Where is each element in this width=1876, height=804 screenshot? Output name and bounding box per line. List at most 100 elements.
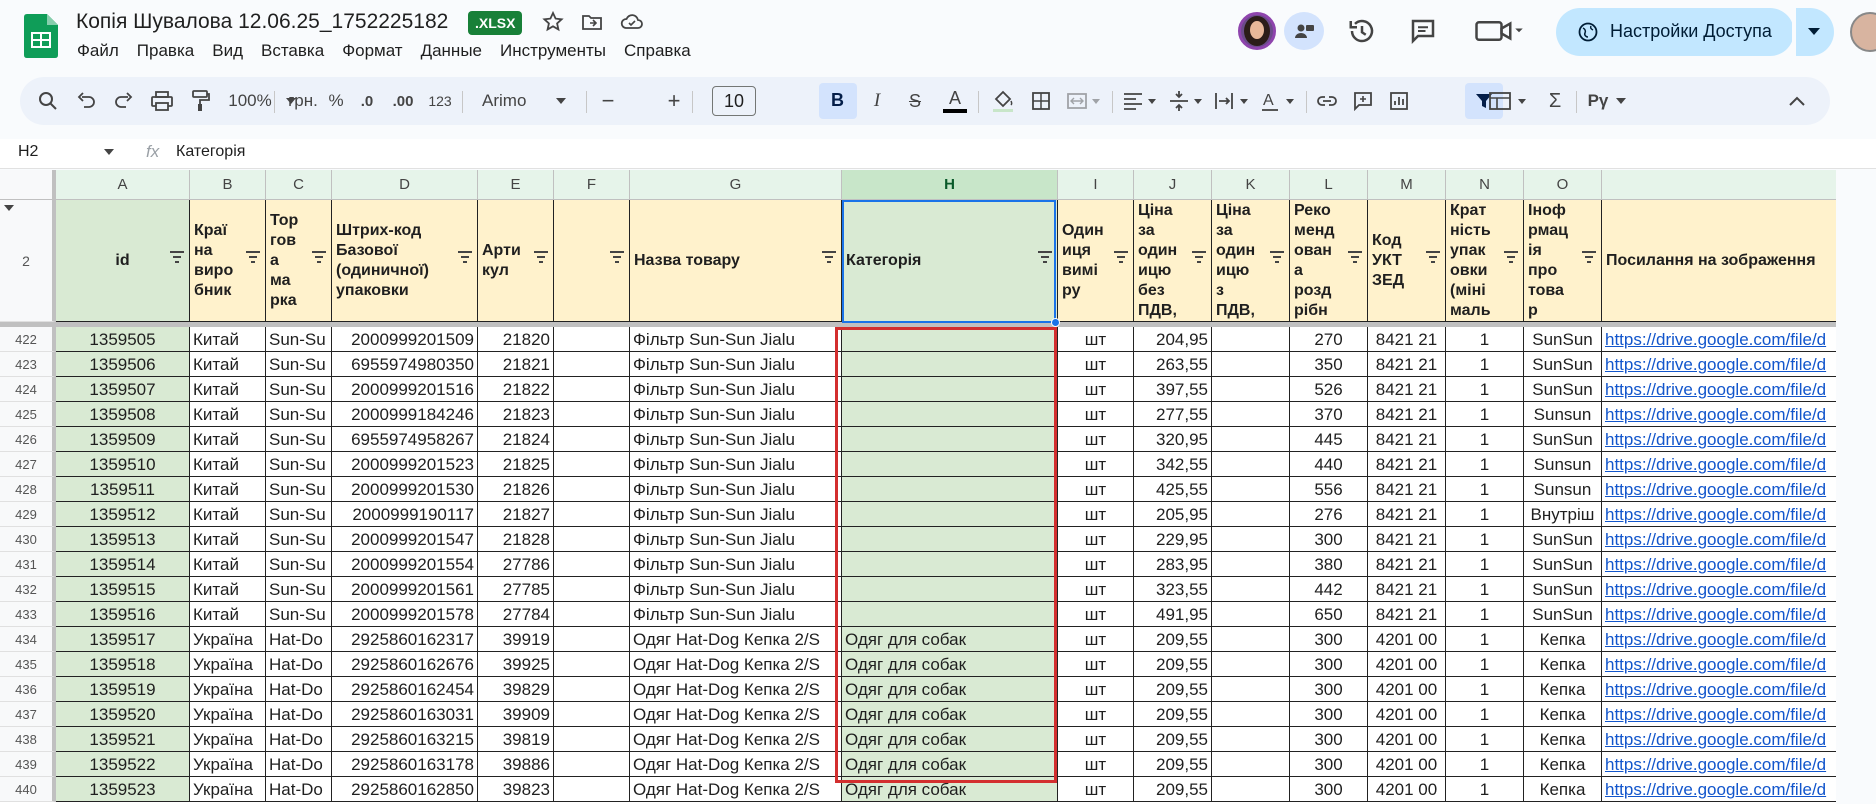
cell-info[interactable]: SunSun xyxy=(1524,327,1602,352)
fill-color-icon[interactable] xyxy=(986,77,1020,125)
row-header[interactable]: 424 xyxy=(0,377,56,402)
cell-cat[interactable]: Одяг для собак xyxy=(842,677,1058,702)
cell-id[interactable]: 1359509 xyxy=(56,427,190,452)
cell-price[interactable]: 205,95 xyxy=(1134,502,1212,527)
name-box[interactable]: H2 xyxy=(18,143,38,161)
row-header[interactable]: 430 xyxy=(0,527,56,552)
cell-unit[interactable]: шт xyxy=(1058,427,1134,452)
cell-f[interactable] xyxy=(554,652,630,677)
cell-retail[interactable]: 276 xyxy=(1290,502,1368,527)
row-header[interactable]: 440 xyxy=(0,777,56,802)
cell-art[interactable]: 39925 xyxy=(478,652,554,677)
cell-f[interactable] xyxy=(554,727,630,752)
horizontal-align-icon[interactable] xyxy=(1118,77,1162,125)
cell-unit[interactable]: шт xyxy=(1058,702,1134,727)
formula-input[interactable]: Категорія xyxy=(176,143,245,161)
header-cell-O[interactable]: Іноф рмац ія про това р xyxy=(1524,200,1602,322)
cell-barcode[interactable]: 2000999190117 xyxy=(332,502,478,527)
cell-link[interactable]: https://drive.google.com/file/d xyxy=(1602,327,1842,352)
redo-icon[interactable] xyxy=(110,77,138,125)
cell-name[interactable]: Фільтр Sun-Sun Jialu xyxy=(630,577,842,602)
cell-vat[interactable] xyxy=(1212,477,1290,502)
row-group-toggle-icon[interactable] xyxy=(4,205,14,211)
cell-f[interactable] xyxy=(554,627,630,652)
cell-cat[interactable]: Одяг для собак xyxy=(842,727,1058,752)
cell-f[interactable] xyxy=(554,677,630,702)
cell-code[interactable]: 4201 00 xyxy=(1368,677,1446,702)
cell-art[interactable]: 39819 xyxy=(478,727,554,752)
header-cell-I[interactable]: Один иця вимі ру xyxy=(1058,200,1134,322)
cell-cat[interactable] xyxy=(842,377,1058,402)
cell-f[interactable] xyxy=(554,502,630,527)
column-header-L[interactable]: L xyxy=(1290,170,1368,200)
cell-price[interactable]: 204,95 xyxy=(1134,327,1212,352)
filter-icon[interactable] xyxy=(821,250,837,264)
cell-code[interactable]: 8421 21 xyxy=(1368,577,1446,602)
cell-cat[interactable] xyxy=(842,577,1058,602)
cell-unit[interactable]: шт xyxy=(1058,627,1134,652)
cell-art[interactable]: 39823 xyxy=(478,777,554,802)
cell-code[interactable]: 8421 21 xyxy=(1368,377,1446,402)
cell-brand[interactable]: Hat-Do xyxy=(266,652,332,677)
text-wrapping-icon[interactable] xyxy=(1210,77,1254,125)
cell-barcode[interactable]: 2000999201523 xyxy=(332,452,478,477)
cell-f[interactable] xyxy=(554,702,630,727)
cell-cat[interactable] xyxy=(842,327,1058,352)
cell-brand[interactable]: Hat-Do xyxy=(266,752,332,777)
column-header-J[interactable]: J xyxy=(1134,170,1212,200)
cell-qty[interactable]: 1 xyxy=(1446,652,1524,677)
cell-barcode[interactable]: 6955974980350 xyxy=(332,352,478,377)
cell-cat[interactable] xyxy=(842,502,1058,527)
cell-brand[interactable]: Hat-Do xyxy=(266,702,332,727)
cell-price[interactable]: 209,55 xyxy=(1134,702,1212,727)
cell-country[interactable]: Китай xyxy=(190,427,266,452)
cell-art[interactable]: 21824 xyxy=(478,427,554,452)
cell-name[interactable]: Одяг Hat-Dog Кепка 2/S xyxy=(630,652,842,677)
cell-qty[interactable]: 1 xyxy=(1446,677,1524,702)
column-header-E[interactable]: E xyxy=(478,170,554,200)
cell-barcode[interactable]: 2000999201547 xyxy=(332,527,478,552)
comments-icon[interactable] xyxy=(1408,16,1438,46)
paint-format-icon[interactable] xyxy=(186,77,214,125)
cell-art[interactable]: 39909 xyxy=(478,702,554,727)
cell-price[interactable]: 209,55 xyxy=(1134,652,1212,677)
row-header[interactable]: 432 xyxy=(0,577,56,602)
column-header-C[interactable]: C xyxy=(266,170,332,200)
text-color-icon[interactable]: A xyxy=(938,77,972,125)
decrease-decimal-button[interactable]: .0 xyxy=(352,77,382,125)
merge-cells-icon[interactable] xyxy=(1062,77,1106,125)
cell-f[interactable] xyxy=(554,552,630,577)
cell-art[interactable]: 21825 xyxy=(478,452,554,477)
cell-barcode[interactable]: 2925860162676 xyxy=(332,652,478,677)
cell-info[interactable]: Кепка xyxy=(1524,677,1602,702)
cell-info[interactable]: Sunsun xyxy=(1524,477,1602,502)
cell-barcode[interactable]: 2000999201530 xyxy=(332,477,478,502)
cell-qty[interactable]: 1 xyxy=(1446,427,1524,452)
cell-qty[interactable]: 1 xyxy=(1446,527,1524,552)
cell-f[interactable] xyxy=(554,527,630,552)
cell-retail[interactable]: 526 xyxy=(1290,377,1368,402)
cell-unit[interactable]: шт xyxy=(1058,602,1134,627)
filter-icon[interactable] xyxy=(169,250,185,264)
cell-price[interactable]: 209,55 xyxy=(1134,727,1212,752)
cell-id[interactable]: 1359522 xyxy=(56,752,190,777)
cell-info[interactable]: Кепка xyxy=(1524,777,1602,802)
row-header[interactable]: 425 xyxy=(0,402,56,427)
cell-name[interactable]: Фільтр Sun-Sun Jialu xyxy=(630,452,842,477)
cell-country[interactable]: Китай xyxy=(190,477,266,502)
cell-qty[interactable]: 1 xyxy=(1446,702,1524,727)
cell-qty[interactable]: 1 xyxy=(1446,577,1524,602)
filter-icon[interactable] xyxy=(245,250,261,264)
cell-id[interactable]: 1359518 xyxy=(56,652,190,677)
row-header[interactable]: 433 xyxy=(0,602,56,627)
cell-unit[interactable]: шт xyxy=(1058,352,1134,377)
cell-country[interactable]: Китай xyxy=(190,602,266,627)
cell-code[interactable]: 4201 00 xyxy=(1368,702,1446,727)
header-cell-B[interactable]: Краї на виро бник xyxy=(190,200,266,322)
chevron-down-icon[interactable] xyxy=(104,149,114,155)
cell-vat[interactable] xyxy=(1212,727,1290,752)
cell-id[interactable]: 1359507 xyxy=(56,377,190,402)
column-header-N[interactable]: N xyxy=(1446,170,1524,200)
cell-art[interactable]: 27784 xyxy=(478,602,554,627)
cell-country[interactable]: Китай xyxy=(190,377,266,402)
